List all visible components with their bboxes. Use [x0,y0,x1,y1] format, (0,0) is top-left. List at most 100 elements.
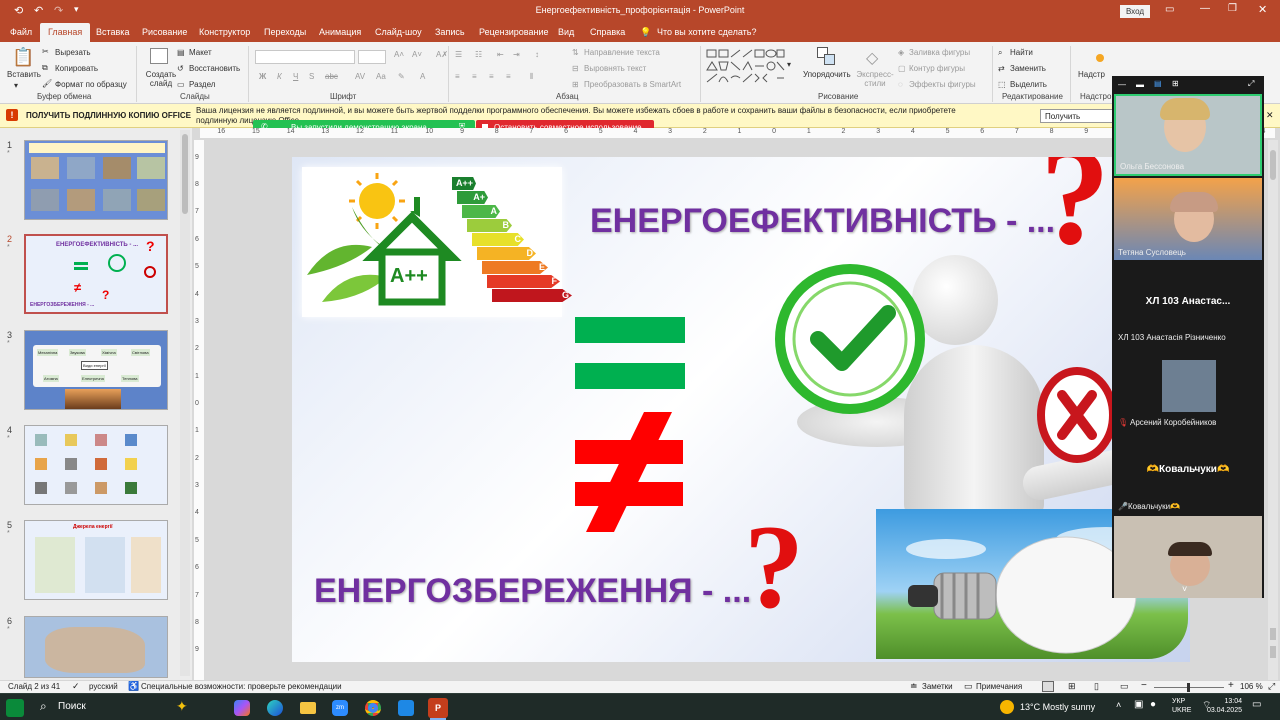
accessibility-status[interactable]: Специальные возможности: проверьте реком… [141,682,342,691]
new-slide-icon[interactable] [150,48,168,64]
font-size-combo[interactable] [358,50,386,64]
layout-button[interactable]: Макет [189,48,212,57]
zoom-slider[interactable] [1154,683,1224,692]
panel-view-icon-1[interactable]: ▬ [1136,80,1144,89]
paste-button[interactable]: Вставить [7,70,41,79]
char-spacing-icon[interactable]: AV [355,72,365,81]
outdent-icon[interactable]: ⇥ [513,50,520,59]
copy-button[interactable]: Копировать [55,64,98,73]
align-left-icon[interactable]: ≡ [455,72,460,81]
app-copilot-icon[interactable] [234,700,250,716]
numbering-icon[interactable]: ☷ [475,50,482,59]
justify-icon[interactable]: ≡ [506,72,511,81]
tab-home[interactable]: Главная [40,23,91,42]
ribbon-display-icon[interactable]: ▭ [1165,4,1174,15]
banner-close-icon[interactable]: ✕ [1266,110,1274,121]
vertical-ruler[interactable]: 9 8 7 6 5 4 3 2 1 0 1 2 3 4 5 6 7 8 9 [194,140,204,680]
paste-dropdown-icon[interactable]: ▾ [14,81,18,90]
highlight-icon[interactable]: ✎ [398,72,405,81]
slide-thumb-3[interactable]: Механічна Звукова Хімічна Світлова Види … [24,330,168,410]
shape-outline-button[interactable]: Контур фигуры [909,64,965,73]
format-painter-button[interactable]: Формат по образцу [55,80,127,89]
line-spacing-icon[interactable]: ↕ [535,50,539,59]
columns-icon[interactable]: ⫴ [530,72,533,82]
tab-animations[interactable]: Анимация [319,27,361,37]
font-name-combo[interactable] [255,50,355,64]
font-color-icon[interactable]: A [420,72,425,81]
slide-title-efficiency[interactable]: ЕНЕРГОЕФЕКТИВНІСТЬ - ... [590,202,1055,241]
tab-review[interactable]: Рецензирование [479,27,549,37]
select-button[interactable]: Выделить [1010,80,1047,89]
arrange-button[interactable]: Упорядочить [803,70,851,79]
tab-insert[interactable]: Вставка [96,27,129,37]
quick-styles-icon[interactable]: ◇ [866,48,878,68]
clock[interactable]: 13:04 03.04.2025 [1202,697,1242,715]
weather-text[interactable]: 13°C Mostly sunny [1020,702,1095,712]
slideshow-view-icon[interactable]: ▭ [1120,681,1129,692]
bold-icon[interactable]: Ж [259,72,266,81]
quick-styles-button[interactable]: Экспресс-стили [855,70,895,88]
reset-button[interactable]: Восстановить [189,64,240,73]
shape-effects-button[interactable]: Эффекты фигуры [909,80,976,89]
notes-button[interactable]: Заметки [922,682,953,691]
indent-icon[interactable]: ⇤ [497,50,504,59]
addins-button[interactable]: Надстр [1078,70,1105,79]
section-button[interactable]: Раздел [189,80,215,89]
close-icon[interactable]: ✕ [1258,3,1267,16]
tab-help[interactable]: Справка [590,27,625,37]
tab-record[interactable]: Запись [435,27,465,37]
participant-tile[interactable]: ХЛ 103 Анастас... ХЛ 103 Анастасія Різни… [1114,264,1262,346]
align-right-icon[interactable]: ≡ [489,72,494,81]
spellcheck-icon[interactable]: ✓ [72,681,80,692]
login-button[interactable]: Вход [1120,5,1150,18]
participant-tile[interactable]: 🫶Ковальчуки🫶 🎤Ковальчуки🫶 [1114,432,1262,514]
tab-slideshow[interactable]: Слайд-шоу [375,27,422,37]
slide-thumb-6[interactable] [24,616,168,678]
pane-scrollbar[interactable] [180,130,190,676]
panel-expand-icon[interactable]: ⤢ [1248,79,1254,89]
panel-grid-icon[interactable]: ⊞ [1172,79,1179,88]
app-store-icon[interactable] [398,700,414,716]
grow-font-icon[interactable]: A˄ [394,50,404,59]
comments-button[interactable]: Примечания [976,682,1022,691]
language-indicator[interactable]: русский [89,682,118,691]
participant-tile[interactable]: Тетяна Сусловець [1114,178,1262,260]
smartart-button[interactable]: Преобразовать в SmartArt [584,80,681,89]
tray-dot-icon[interactable]: ● [1150,699,1156,710]
text-direction-button[interactable]: Направление текста [584,48,660,57]
tab-view[interactable]: Вид [558,27,574,37]
reading-view-icon[interactable]: ▯ [1094,681,1099,692]
tab-draw[interactable]: Рисование [142,27,187,37]
panel-view-icon-2[interactable]: ▤ [1154,79,1162,88]
slide-thumb-4[interactable] [24,425,168,505]
paste-icon[interactable]: 📋 [12,47,34,68]
app-zoom-icon[interactable]: zm [332,700,348,716]
tray-lang[interactable]: УКР UKRE [1172,697,1191,715]
case-icon[interactable]: Aa [376,72,386,81]
maximize-icon[interactable]: ❐ [1228,3,1237,14]
app-explorer-icon[interactable] [300,702,316,714]
participant-tile[interactable] [1114,516,1262,598]
shrink-font-icon[interactable]: A˅ [412,50,422,59]
tab-design[interactable]: Конструктор [199,27,250,37]
main-scrollbar[interactable] [1268,140,1278,680]
app-edge-icon[interactable] [267,700,283,716]
slide-thumb-1[interactable] [24,140,168,220]
tab-file[interactable]: Файл [10,27,32,37]
panel-minimize-icon[interactable]: — [1118,80,1126,89]
slide-counter[interactable]: Слайд 2 из 41 [8,682,60,691]
participant-tile[interactable]: Ольга Бессонова [1114,94,1262,176]
addins-icon[interactable] [1096,54,1104,62]
get-genuine-button[interactable]: Получить подлинн [1040,109,1115,123]
zoom-in-icon[interactable]: + [1228,680,1234,691]
app-chrome-icon[interactable] [365,700,381,716]
sorter-view-icon[interactable]: ⊞ [1068,681,1076,692]
arrange-icon[interactable] [817,47,835,65]
taskbar-search[interactable]: Поиск [58,701,86,712]
align-text-button[interactable]: Выровнять текст [584,64,646,73]
slide-thumb-2[interactable]: ЕНЕРГОЕФЕКТИВНІСТЬ - ... ≠ ? ? ЕНЕРГОЗБЕ… [24,234,168,314]
shapes-gallery[interactable] [705,48,785,86]
tell-me-search[interactable]: Что вы хотите сделать? [657,27,757,37]
app-powerpoint-icon[interactable]: P [428,698,448,718]
slide-thumb-5[interactable]: Джерела енергії [24,520,168,600]
